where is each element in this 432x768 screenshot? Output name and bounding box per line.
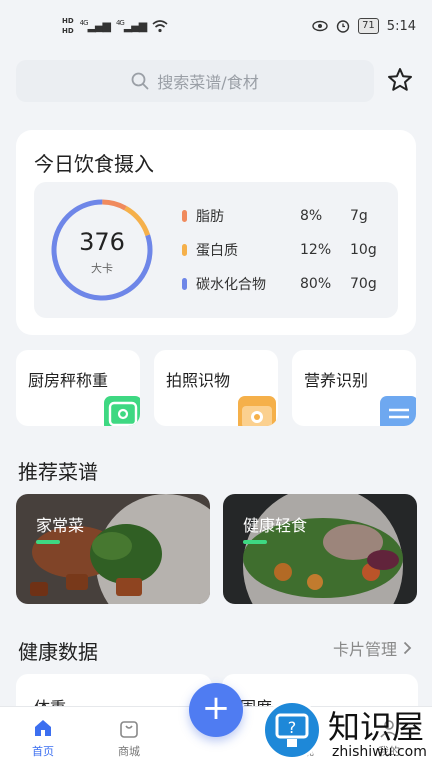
signal-label-2: 4G	[115, 19, 125, 28]
feature-label: 厨房秤称重	[28, 371, 109, 390]
card-manage-link[interactable]: 卡片管理	[333, 636, 412, 660]
signal-icon-1: 4G▂▄▆	[79, 19, 111, 33]
nutrient-grams: 10g	[350, 242, 377, 258]
health-title: 健康数据	[18, 640, 98, 664]
nutrient-name: 蛋白质	[196, 243, 238, 259]
document-icon	[380, 396, 416, 426]
watermark: ? 知识屋 zhishiwu.com	[232, 698, 432, 768]
watermark-text: 知识屋	[328, 708, 425, 746]
carbs-dot	[182, 278, 187, 290]
feature-label: 拍照识物	[166, 371, 231, 390]
hd-label-2: HD	[62, 27, 74, 35]
feature-label: 营养识别	[304, 371, 369, 390]
recipe-card-light[interactable]: 健康轻食	[223, 494, 417, 604]
alarm-icon	[336, 20, 350, 33]
nutrient-grams: 7g	[350, 208, 368, 224]
feature-nutrition[interactable]: 营养识别	[292, 350, 416, 426]
nutrient-row-protein: 蛋白质 12% 10g	[182, 238, 390, 262]
protein-dot	[182, 244, 187, 256]
nutrient-percent: 12%	[300, 242, 332, 258]
recipe-card-home[interactable]: 家常菜	[16, 494, 210, 604]
feature-photo[interactable]: 拍照识物	[154, 350, 278, 426]
eye-icon	[312, 20, 328, 32]
recipes-title: 推荐菜谱	[18, 460, 98, 484]
intake-summary: 376 大卡 脂肪 8% 7g 蛋白质 12% 10g 碳水化合物 80% 70…	[34, 182, 398, 318]
clock: 5:14	[386, 18, 416, 34]
calorie-value: 376	[79, 228, 125, 256]
signal-icon-2: 4G▂▄▆	[115, 19, 147, 33]
battery-indicator: 71	[358, 18, 379, 34]
intake-card[interactable]: 今日饮食摄入 376 大卡 脂肪 8% 7g 蛋白质 12% 10g 碳水化合物…	[16, 130, 416, 335]
recipe-underline	[36, 540, 60, 544]
nutrient-row-carbs: 碳水化合物 80% 70g	[182, 272, 390, 296]
hd-indicator: HD HD	[62, 16, 74, 36]
calorie-unit: 大卡	[91, 262, 113, 275]
star-icon[interactable]	[386, 66, 414, 94]
search-row: 搜索菜谱/食材	[16, 60, 416, 102]
chevron-right-icon	[403, 641, 412, 655]
watermark-logo-icon: ?	[262, 700, 322, 760]
signal-label-1: 4G	[79, 19, 89, 28]
nutrient-name: 碳水化合物	[196, 277, 266, 293]
wifi-icon	[152, 19, 168, 32]
search-input[interactable]: 搜索菜谱/食材	[16, 60, 374, 102]
search-icon	[131, 72, 149, 90]
tab-mall[interactable]: 商城	[99, 717, 159, 759]
tab-home[interactable]: 首页	[13, 717, 73, 759]
status-left: HD HD 4G▂▄▆ 4G▂▄▆	[62, 16, 168, 36]
scale-icon	[104, 396, 140, 426]
intake-title: 今日饮食摄入	[34, 152, 154, 176]
tab-label: 商城	[118, 745, 140, 758]
recipe-underline	[243, 540, 267, 544]
card-manage-label: 卡片管理	[332, 640, 397, 659]
recipe-image-light	[223, 494, 417, 604]
svg-text:?: ?	[288, 718, 297, 737]
recipe-image-home	[16, 494, 210, 604]
recipe-label: 家常菜	[36, 516, 85, 535]
hd-label-1: HD	[62, 17, 74, 25]
fat-dot	[182, 210, 187, 222]
nutrient-percent: 8%	[300, 208, 323, 224]
home-icon	[35, 720, 51, 736]
nutrient-name: 脂肪	[196, 209, 224, 225]
watermark-sub: zhishiwu.com	[332, 744, 427, 760]
tab-label: 首页	[32, 745, 54, 758]
camera-icon	[238, 396, 276, 426]
search-placeholder: 搜索菜谱/食材	[157, 73, 259, 92]
recipe-label: 健康轻食	[243, 516, 308, 535]
nutrient-row-fat: 脂肪 8% 7g	[182, 204, 390, 228]
nutrient-percent: 80%	[300, 276, 332, 292]
status-right: 71 5:14	[312, 18, 416, 34]
feature-scale[interactable]: 厨房秤称重	[16, 350, 140, 426]
nutrient-grams: 70g	[350, 276, 377, 292]
status-bar: HD HD 4G▂▄▆ 4G▂▄▆ 71 5:14	[0, 0, 432, 52]
shopping-bag-icon	[120, 721, 138, 738]
